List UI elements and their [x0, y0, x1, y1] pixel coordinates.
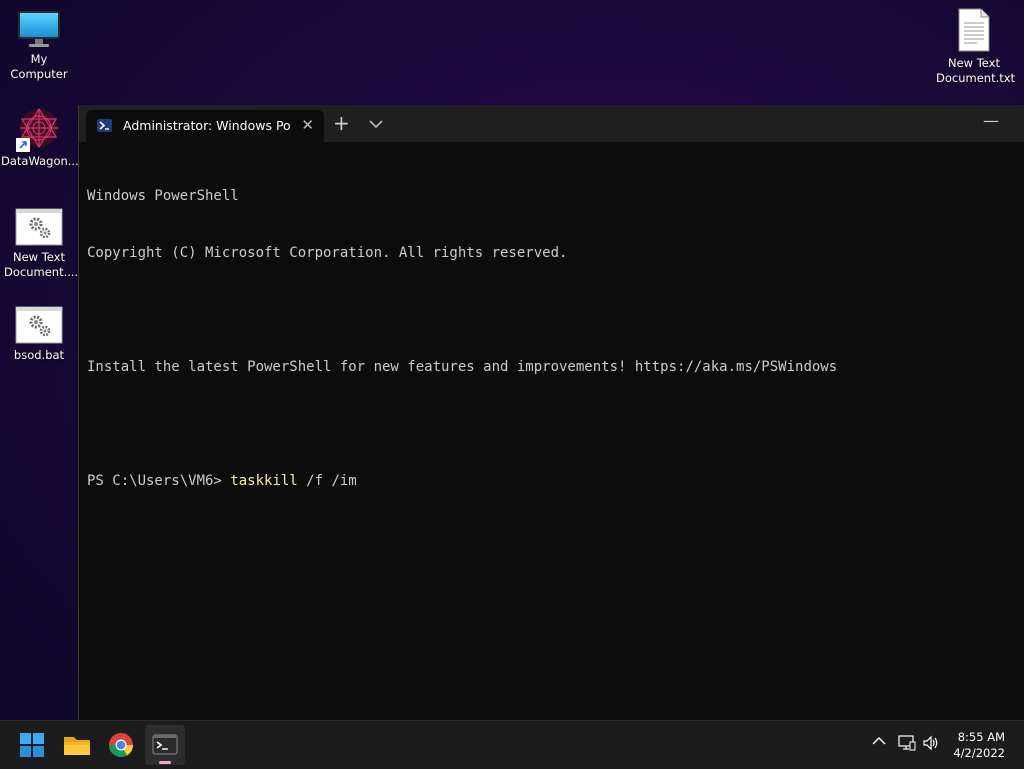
settings-file-icon: [15, 306, 63, 344]
prompt: PS C:\Users\VM6>: [87, 473, 231, 489]
chrome-icon: [108, 733, 133, 758]
terminal-button[interactable]: [145, 725, 185, 765]
monitor-icon: [17, 10, 61, 48]
chrome-button[interactable]: [101, 725, 141, 765]
command-line[interactable]: PS C:\Users\VM6> taskkill /f /im: [87, 472, 1024, 491]
volume-icon[interactable]: [922, 735, 940, 754]
desktop-icon-label: My Computer: [10, 52, 68, 81]
terminal-icon: [152, 734, 178, 755]
console-line: Windows PowerShell: [87, 188, 239, 204]
clock-time: 8:55 AM: [957, 730, 1005, 744]
powershell-icon: [97, 119, 112, 132]
text-file-icon: [957, 8, 991, 52]
desktop-icon-label: bsod.bat: [13, 348, 65, 362]
terminal-window[interactable]: Administrator: Windows PowerShell ✕ + — …: [78, 105, 1024, 720]
minimize-button[interactable]: —: [983, 111, 999, 130]
tab-title: Administrator: Windows PowerShell: [123, 118, 291, 133]
desktop-icon-bsod-bat[interactable]: bsod.bat: [1, 306, 77, 363]
console-output[interactable]: Windows PowerShell Copyright (C) Microso…: [87, 149, 1024, 529]
taskbar: 8:55 AM 4/2/2022: [0, 720, 1024, 769]
command-args: /f /im: [297, 473, 357, 489]
tab-powershell[interactable]: Administrator: Windows PowerShell ✕: [86, 110, 324, 142]
system-clock[interactable]: 8:55 AM 4/2/2022: [953, 729, 1005, 761]
file-explorer-button[interactable]: [57, 725, 97, 765]
desktop-icon-datawagon[interactable]: DataWagon...: [1, 106, 79, 169]
chevron-down-icon[interactable]: [369, 114, 383, 133]
desktop-icon-new-text-document-txt[interactable]: New Text Document.txt: [936, 8, 1016, 86]
console-line: Install the latest PowerShell for new fe…: [87, 359, 838, 375]
command-name: taskkill: [230, 473, 298, 489]
datawagon-app-icon: [16, 106, 62, 152]
desktop-icon-new-text-document[interactable]: New Text Document....: [1, 208, 79, 280]
settings-file-icon: [15, 208, 63, 246]
desktop-icon-label: New Text Document.txt: [936, 56, 1016, 85]
active-indicator: [159, 761, 171, 764]
desktop-icon-label: DataWagon...: [1, 154, 79, 168]
title-bar[interactable]: Administrator: Windows PowerShell ✕ + —: [79, 105, 1024, 142]
chevron-up-icon[interactable]: [872, 735, 886, 749]
desktop-icon-my-computer[interactable]: My Computer: [1, 10, 77, 82]
network-icon[interactable]: [898, 735, 916, 754]
clock-date: 4/2/2022: [953, 746, 1005, 760]
start-button[interactable]: [12, 725, 52, 765]
desktop-icon-label: New Text Document....: [4, 250, 79, 279]
file-explorer-icon: [64, 737, 90, 755]
start-icon: [20, 733, 44, 757]
console-line: Copyright (C) Microsoft Corporation. All…: [87, 245, 568, 261]
new-tab-button[interactable]: +: [333, 111, 350, 135]
close-icon[interactable]: ✕: [301, 116, 314, 134]
